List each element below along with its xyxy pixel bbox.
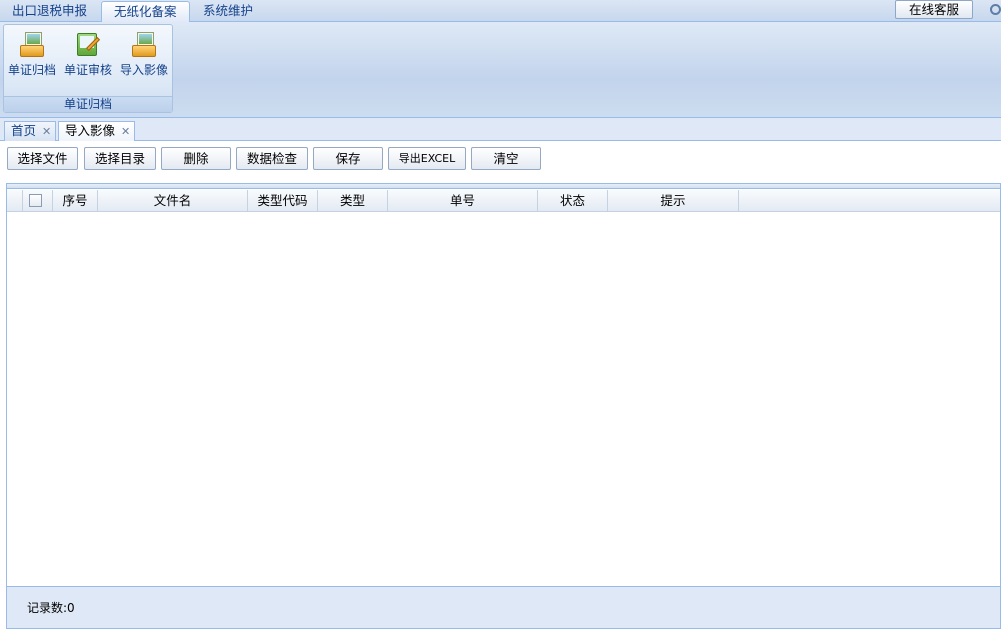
column-header-type-code[interactable]: 类型代码 [248,190,318,212]
grid-footer: 记录数:0 [7,586,1000,628]
menu-tab-export-rebate[interactable]: 出口退税申报 [0,1,99,22]
select-file-button[interactable]: 选择文件 [7,147,78,170]
review-icon [75,32,101,58]
tab-home-label: 首页 [11,123,37,138]
column-rownum [7,190,23,212]
document-tab-strip: 首页 ✕ 导入影像 ✕ [0,118,1001,142]
online-service-button[interactable]: 在线客服 [895,0,973,19]
close-icon[interactable]: ✕ [121,123,130,141]
export-excel-button[interactable]: 导出EXCEL [388,147,466,170]
column-header-filename[interactable]: 文件名 [98,190,248,212]
import-image-icon [131,32,157,58]
select-all-checkbox[interactable] [29,194,42,207]
help-icon[interactable] [990,4,1001,15]
close-icon[interactable]: ✕ [42,123,51,141]
grid-top-bar [7,184,1000,189]
tab-home[interactable]: 首页 ✕ [4,121,57,141]
review-button[interactable]: 单证审核 [61,30,115,80]
column-header-type[interactable]: 类型 [318,190,388,212]
ribbon: 单证归档 单证审核 导入影像 单证归档 [0,22,1001,118]
delete-button[interactable]: 删除 [161,147,231,170]
menu-tab-paperless-filing[interactable]: 无纸化备案 [101,1,190,23]
clear-button[interactable]: 清空 [471,147,541,170]
archive-button[interactable]: 单证归档 [5,30,59,80]
tab-import-image-label: 导入影像 [65,123,116,138]
column-header-status[interactable]: 状态 [538,190,608,212]
column-header-doc-number[interactable]: 单号 [388,190,538,212]
import-grid: 序号 文件名 类型代码 类型 单号 状态 提示 记录数:0 [6,183,1001,629]
column-header-seq[interactable]: 序号 [53,190,98,212]
data-check-button[interactable]: 数据检查 [236,147,308,170]
archive-button-label: 单证归档 [7,63,56,77]
save-button[interactable]: 保存 [313,147,383,170]
main-content: 选择文件 选择目录 删除 数据检查 保存 导出EXCEL 清空 序号 文件名 类… [0,141,1001,631]
main-menu-bar: 出口退税申报 无纸化备案 系统维护 在线客服 [0,0,1001,23]
tab-import-image[interactable]: 导入影像 ✕ [58,121,136,142]
ribbon-group-label: 单证归档 [4,96,172,112]
menu-tab-system-maintenance[interactable]: 系统维护 [191,1,265,22]
archive-icon [19,32,45,58]
select-directory-button[interactable]: 选择目录 [84,147,156,170]
review-button-label: 单证审核 [63,63,112,77]
column-header-hint[interactable]: 提示 [608,190,739,212]
ribbon-group-document-archive: 单证归档 单证审核 导入影像 单证归档 [3,24,173,113]
record-count: 记录数:0 [27,601,75,615]
import-image-button[interactable]: 导入影像 [117,30,171,80]
grid-body[interactable] [7,213,1000,587]
toolbar: 选择文件 选择目录 删除 数据检查 保存 导出EXCEL 清空 [0,141,1001,182]
grid-header: 序号 文件名 类型代码 类型 单号 状态 提示 [7,190,1000,212]
import-image-button-label: 导入影像 [119,63,168,77]
